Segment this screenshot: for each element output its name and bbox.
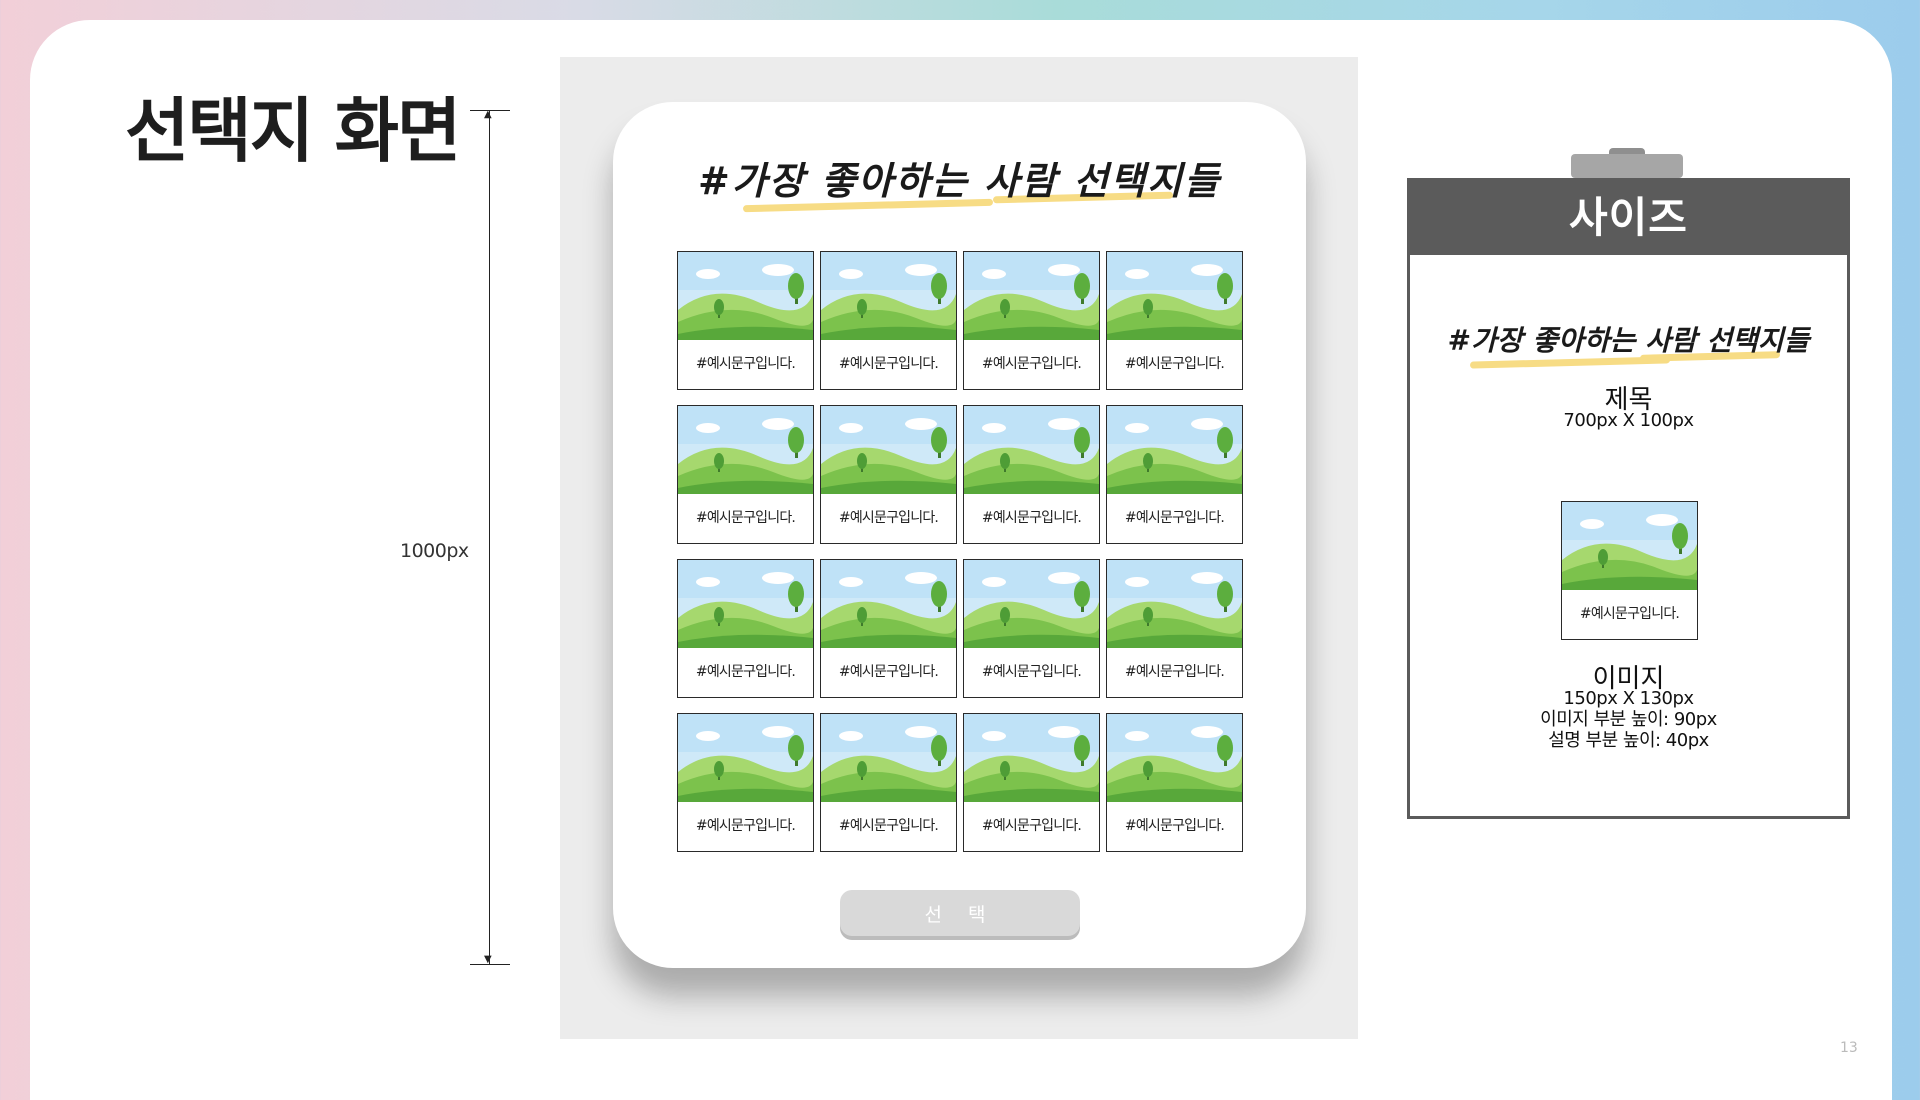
landscape-icon <box>964 252 1099 340</box>
title-sample: #가장 좋아하는 사람 선택지들 <box>1447 324 1810 357</box>
choice-card-caption: #예시문구입니다. <box>981 664 1082 680</box>
dimension-line <box>489 110 490 965</box>
select-button[interactable]: 선 택 <box>840 890 1080 936</box>
choice-screen-title: #가장 좋아하는 사람 선택지들 <box>697 158 1222 203</box>
choice-card-caption: #예시문구입니다. <box>981 510 1082 526</box>
height-dimension-line: ▲ ▼ <box>470 110 510 965</box>
choice-card[interactable]: #예시문구입니다. <box>963 405 1100 544</box>
description-height: 설명 부분 높이: 40px <box>1548 730 1709 751</box>
choice-card[interactable]: #예시문구입니다. <box>1106 405 1243 544</box>
choice-card-caption: #예시문구입니다. <box>1124 510 1225 526</box>
choice-card-caption: #예시문구입니다. <box>981 818 1082 834</box>
choice-card[interactable]: #예시문구입니다. <box>677 405 814 544</box>
choice-screen-mockup: #가장 좋아하는 사람 선택지들 #예시문구입니다. #예시문구입니다. #예시… <box>613 102 1306 968</box>
landscape-icon <box>1107 252 1242 340</box>
choice-card-caption: #예시문구입니다. <box>1124 356 1225 372</box>
size-panel: 사이즈 #가장 좋아하는 사람 선택지들 제목 700px X 100px #예… <box>1407 178 1850 819</box>
choice-card[interactable]: #예시문구입니다. <box>1106 559 1243 698</box>
choice-card[interactable]: #예시문구입니다. <box>1106 713 1243 852</box>
choice-card[interactable]: #예시문구입니다. <box>820 251 957 390</box>
choice-card-caption: #예시문구입니다. <box>838 510 939 526</box>
choice-card-caption: #예시문구입니다. <box>838 356 939 372</box>
choice-card-caption: #예시문구입니다. <box>695 510 796 526</box>
landscape-icon <box>821 406 956 494</box>
landscape-icon <box>678 560 813 648</box>
landscape-icon <box>1562 502 1697 590</box>
image-size: 150px X 130px <box>1563 688 1694 709</box>
landscape-icon <box>678 714 813 802</box>
choice-card-caption: #예시문구입니다. <box>1124 664 1225 680</box>
landscape-icon <box>821 252 956 340</box>
sample-choice-card: #예시문구입니다. <box>1561 501 1698 640</box>
choice-card-caption: #예시문구입니다. <box>1124 818 1225 834</box>
choice-card[interactable]: #예시문구입니다. <box>963 559 1100 698</box>
choice-card[interactable]: #예시문구입니다. <box>820 713 957 852</box>
choice-card-caption: #예시문구입니다. <box>981 356 1082 372</box>
landscape-icon <box>821 560 956 648</box>
choice-card[interactable]: #예시문구입니다. <box>963 713 1100 852</box>
size-panel-header: 사이즈 <box>1410 181 1847 255</box>
choice-card[interactable]: #예시문구입니다. <box>820 559 957 698</box>
choice-card[interactable]: #예시문구입니다. <box>677 713 814 852</box>
height-dimension-label: 1000px <box>400 540 469 562</box>
landscape-icon <box>1107 406 1242 494</box>
page-title: 선택지 화면 <box>125 90 461 172</box>
choice-card-caption: #예시문구입니다. <box>695 664 796 680</box>
choice-grid: #예시문구입니다. #예시문구입니다. #예시문구입니다. #예시문구입니다. … <box>677 251 1243 852</box>
landscape-icon <box>964 714 1099 802</box>
dimension-tick-bottom <box>470 964 510 965</box>
page-number: 13 <box>1840 1040 1858 1056</box>
choice-card[interactable]: #예시문구입니다. <box>677 251 814 390</box>
choice-card[interactable]: #예시문구입니다. <box>963 251 1100 390</box>
landscape-icon <box>678 406 813 494</box>
choice-card-caption: #예시문구입니다. <box>838 818 939 834</box>
choice-card[interactable]: #예시문구입니다. <box>677 559 814 698</box>
landscape-icon <box>1107 714 1242 802</box>
landscape-icon <box>964 406 1099 494</box>
choice-card-caption: #예시문구입니다. <box>695 356 796 372</box>
choice-card-caption: #예시문구입니다. <box>695 818 796 834</box>
title-size: 700px X 100px <box>1563 410 1694 431</box>
arrow-up-icon: ▲ <box>484 109 492 120</box>
choice-card[interactable]: #예시문구입니다. <box>820 405 957 544</box>
choice-card-caption: #예시문구입니다. <box>838 664 939 680</box>
landscape-icon <box>678 252 813 340</box>
image-height: 이미지 부분 높이: 90px <box>1540 709 1717 730</box>
sample-card-caption: #예시문구입니다. <box>1579 606 1680 622</box>
clipboard-clip-icon <box>1571 148 1683 178</box>
landscape-icon <box>964 560 1099 648</box>
choice-card[interactable]: #예시문구입니다. <box>1106 251 1243 390</box>
landscape-icon <box>1107 560 1242 648</box>
landscape-icon <box>821 714 956 802</box>
